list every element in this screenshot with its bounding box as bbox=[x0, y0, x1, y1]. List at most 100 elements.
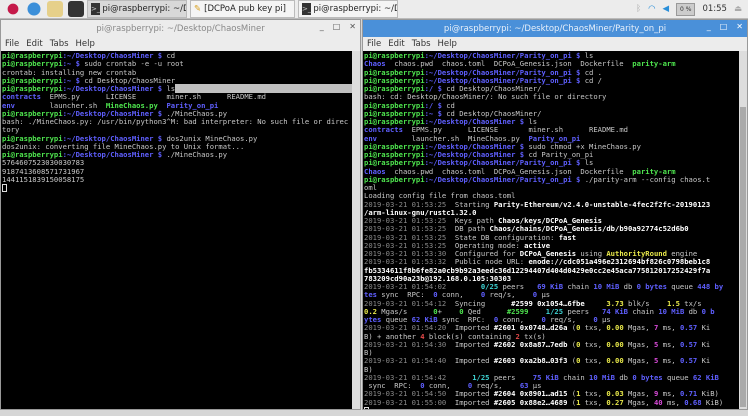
scrollbar-thumb[interactable] bbox=[740, 107, 746, 407]
terminal-text: Ki bbox=[697, 339, 711, 349]
terminal-launcher-icon[interactable] bbox=[68, 1, 84, 17]
menu-bar: File Edit Tabs Help bbox=[1, 37, 360, 51]
terminal-text: 0 bytes bbox=[632, 372, 663, 382]
terminal-text: queue bbox=[666, 282, 698, 291]
terminal-text: 0 b bbox=[701, 306, 715, 316]
menu-tabs[interactable]: Tabs bbox=[50, 39, 69, 49]
terminal-text: ( bbox=[567, 397, 577, 407]
task-editor[interactable]: ✎ [DCPoA pub key pi] bbox=[190, 0, 295, 18]
terminal-text: Mgas, bbox=[623, 339, 654, 349]
terminal-text: Mgas, bbox=[623, 356, 654, 366]
terminal-text: Ki bbox=[697, 323, 711, 333]
terminal-text: 0 bytes bbox=[636, 282, 667, 291]
close-button[interactable]: ✕ bbox=[349, 22, 356, 31]
volume-icon[interactable]: ◀ bbox=[662, 4, 669, 14]
terminal-text: ( bbox=[567, 356, 577, 366]
maximize-button[interactable]: □ bbox=[333, 22, 341, 31]
menu-file[interactable]: File bbox=[5, 39, 19, 49]
menu-help[interactable]: Help bbox=[438, 39, 457, 49]
file-manager-icon[interactable] bbox=[47, 1, 63, 17]
terminal-text: 0.00 bbox=[606, 356, 624, 366]
terminal-text: 62 KiB bbox=[692, 372, 719, 382]
terminal-text: :~/Desktop/ChaosMiner/Parity_on_pi $ bbox=[424, 174, 585, 184]
terminal-cursor bbox=[364, 406, 369, 409]
terminal-text: 448 by bbox=[697, 282, 724, 291]
terminal-text: txs, bbox=[580, 339, 607, 349]
terminal-output[interactable]: pi@raspberrypi:~/Desktop/ChaosMiner/Pari… bbox=[363, 51, 739, 409]
terminal-text: KiB) bbox=[701, 397, 724, 407]
menu-edit[interactable]: Edit bbox=[26, 39, 42, 49]
terminal-line: bash: ./MineChaos.py: /usr/bin/python3^M… bbox=[2, 117, 351, 126]
menu-help[interactable]: Help bbox=[76, 39, 95, 49]
terminal-text: Imported bbox=[446, 397, 494, 407]
minimize-button[interactable]: _ bbox=[320, 22, 324, 31]
task-label: pi@raspberrypi: ~/De... bbox=[313, 4, 397, 14]
terminal-text: db bbox=[619, 282, 637, 291]
terminal-line: pi@raspberrypi:~/Desktop/ChaosMiner/Pari… bbox=[364, 174, 738, 184]
terminal-text: 0.57 bbox=[679, 323, 698, 333]
menu-bar: File Edit Tabs Help bbox=[363, 37, 747, 51]
title-bar[interactable]: pi@raspberrypi: ~/Desktop/ChaosMiner _ □ ✕ bbox=[1, 20, 360, 37]
terminal-text: ( bbox=[567, 339, 577, 349]
terminal-line: 2019-03-21 01:54:30 Imported #2602 0x8a8… bbox=[364, 339, 738, 349]
eject-icon[interactable]: ⏏ bbox=[734, 4, 742, 14]
minimize-button[interactable]: _ bbox=[707, 22, 711, 31]
terminal-text: fast bbox=[558, 232, 577, 242]
menu-file[interactable]: File bbox=[367, 39, 381, 49]
scrollbar[interactable] bbox=[739, 51, 747, 409]
window-title: pi@raspberrypi: ~/Desktop/ChaosMiner/Par… bbox=[443, 23, 667, 34]
terminal-text: Mgas, bbox=[623, 323, 654, 333]
terminal-text: 10 MiB bbox=[589, 372, 616, 382]
pencil-icon: ✎ bbox=[194, 4, 202, 14]
terminal-text: Parity-Ethereum/v2.4.0-unstable-4fec2f2f… bbox=[493, 199, 711, 209]
terminal-text: 0.00 bbox=[606, 323, 624, 333]
terminal-text: cd / bbox=[584, 75, 603, 85]
menu-edit[interactable]: Edit bbox=[388, 39, 404, 49]
terminal-text: Ki bbox=[697, 356, 711, 366]
task-label: pi@raspberrypi: ~/De... bbox=[102, 4, 186, 14]
terminal-text: Mgas, bbox=[623, 397, 654, 407]
bluetooth-icon[interactable]: ᛒ bbox=[636, 4, 641, 14]
terminal-cursor bbox=[2, 184, 7, 192]
terminal-text: db bbox=[615, 372, 633, 382]
terminal-text: parity-arm bbox=[632, 59, 676, 69]
window-title: pi@raspberrypi: ~/Desktop/ChaosMiner bbox=[96, 23, 265, 34]
terminal-text: ms, bbox=[658, 323, 680, 333]
terminal-text: ./MineChaos.py bbox=[166, 150, 228, 159]
terminal-text: chain bbox=[628, 306, 659, 316]
task-terminal-1[interactable]: >_pi@raspberrypi: ~/De... bbox=[87, 0, 187, 18]
terminal-text: txs, bbox=[580, 323, 607, 333]
terminal-text: 10 MiB bbox=[658, 306, 685, 316]
terminal-text: 2019-03-21 01:54:30 bbox=[364, 339, 447, 349]
terminal-line: 2019-03-21 01:54:40 Imported #2603 0xa2b… bbox=[364, 357, 738, 365]
terminal-text: 2019-03-21 01:55:00 bbox=[364, 397, 447, 407]
scrollbar[interactable] bbox=[352, 51, 360, 409]
terminal-icon: >_ bbox=[91, 3, 101, 15]
taskbar: >_pi@raspberrypi: ~/De... ✎[DCPoA pub ke… bbox=[0, 0, 748, 19]
cpu-monitor: 0 % bbox=[676, 2, 696, 16]
terminal-text: bash: ./MineChaos.py: /usr/bin/python3^M… bbox=[2, 117, 349, 126]
terminal-text: chain bbox=[563, 282, 594, 291]
terminal-text: 40 bbox=[653, 397, 663, 407]
task-label: [DCPoA pub key pi] bbox=[204, 4, 286, 14]
terminal-text: ms, bbox=[658, 356, 680, 366]
wifi-icon[interactable]: ◠ bbox=[648, 4, 655, 14]
terminal-text: ./parity-arm --config chaos.t bbox=[584, 174, 711, 184]
terminal-text: #2603 0xa2b8…03f3 bbox=[493, 356, 568, 366]
web-browser-icon[interactable] bbox=[26, 1, 42, 17]
terminal-text: txs, bbox=[580, 356, 607, 366]
maximize-button[interactable]: □ bbox=[720, 22, 728, 31]
terminal-text: 0.00 bbox=[606, 339, 624, 349]
task-terminal-2[interactable]: >_pi@raspberrypi: ~/De... bbox=[298, 0, 398, 18]
terminal-text: queue bbox=[662, 372, 693, 382]
terminal-window-right: pi@raspberrypi: ~/Desktop/ChaosMiner/Par… bbox=[362, 19, 748, 410]
title-bar[interactable]: pi@raspberrypi: ~/Desktop/ChaosMiner/Par… bbox=[363, 20, 747, 37]
raspberry-menu-icon[interactable] bbox=[5, 1, 21, 17]
terminal-text: 10 MiB bbox=[593, 282, 620, 291]
menu-tabs[interactable]: Tabs bbox=[412, 39, 431, 49]
close-button[interactable]: ✕ bbox=[736, 22, 743, 31]
terminal-icon: >_ bbox=[302, 3, 312, 15]
terminal-output[interactable]: pi@raspberrypi:~/Desktop/ChaosMiner $ cd… bbox=[1, 51, 352, 409]
terminal-text: 0.57 bbox=[679, 339, 698, 349]
system-tray: ᛒ ◠ ◀ 0 % 01:55 ⏏ bbox=[636, 2, 748, 16]
